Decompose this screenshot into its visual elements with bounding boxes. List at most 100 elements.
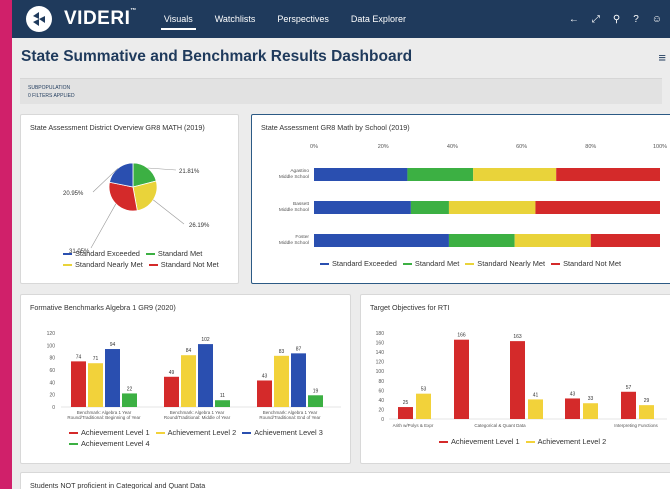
back-arrow-icon[interactable]: ← (569, 14, 579, 25)
y-tick-label: 60 (378, 388, 384, 394)
app-frame: VIDERI™ Visuals Watchlists Perspectives … (12, 0, 670, 489)
nav-perspectives[interactable]: Perspectives (277, 0, 329, 38)
legend-label: Achievement Level 1 (451, 437, 520, 446)
bar (528, 399, 543, 419)
category-label: Agastino (290, 168, 309, 174)
stacked-bar-segment (410, 201, 449, 214)
legend-achievement-level-3[interactable]: Achievement Level 3 (242, 428, 323, 437)
legend-standard-nearly-met[interactable]: Standard Nearly Met (63, 260, 143, 269)
pie-chart-title: State Assessment District Overview GR8 M… (30, 123, 205, 132)
stacked-bar-segment (314, 234, 449, 247)
pie-legend: Standard Exceeded Standard Met Standard … (63, 249, 223, 269)
stacked-bar-segment (556, 168, 660, 181)
legend-label: Achievement Level 4 (81, 439, 150, 448)
legend-label: Standard Nearly Met (477, 259, 546, 268)
legend-swatch (402, 262, 412, 265)
stacked-bar-card[interactable]: State Assessment GR8 Math by School (201… (251, 114, 670, 284)
x-tick-label: 20% (378, 144, 389, 150)
pie-value-label: 20.95% (63, 191, 84, 197)
pie-chart-card[interactable]: State Assessment District Overview GR8 M… (20, 114, 239, 284)
legend-standard-not-met[interactable]: Standard Not Met (148, 260, 219, 269)
legend-label: Achievement Level 2 (167, 428, 237, 437)
bar (454, 339, 469, 419)
pie-value-label: 26.19% (189, 223, 210, 229)
subpopulation-label: SUBPOPULATION (28, 85, 71, 91)
legend-achievement-level-2[interactable]: Achievement Level 2 (525, 437, 606, 446)
stacked-bar-segment (448, 201, 536, 214)
category-label: Bassett (293, 201, 310, 207)
y-tick-label: 160 (376, 341, 385, 347)
legend-swatch (465, 262, 475, 265)
videri-logo-icon[interactable] (26, 6, 52, 32)
bar (122, 393, 137, 407)
top-icons: ← ⤢ ⚲ ? ☺ (569, 0, 662, 38)
legend-swatch (439, 440, 448, 443)
legend-label: Standard Met (157, 249, 203, 258)
main-nav: Visuals Watchlists Perspectives Data Exp… (153, 0, 417, 38)
formative-benchmarks-title: Formative Benchmarks Algebra 1 GR9 (2020… (30, 303, 176, 312)
bar-value-label: 41 (533, 392, 539, 398)
bar-value-label: 11 (220, 393, 225, 399)
bar (215, 400, 230, 407)
stacked-bar-segment (314, 168, 408, 181)
category-label: Interpreting Functions (614, 423, 658, 428)
stacked-bar-segment (535, 201, 660, 214)
help-icon[interactable]: ? (633, 14, 639, 25)
brand-trademark: ™ (130, 8, 137, 14)
legend-achievement-level-1[interactable]: Achievement Level 1 (69, 428, 150, 437)
formative-benchmarks-card[interactable]: Formative Benchmarks Algebra 1 GR9 (2020… (20, 294, 351, 464)
y-tick-label: 0 (381, 417, 384, 423)
hamburger-menu-icon[interactable]: ≡ (658, 50, 666, 65)
stacked-bar-segment (514, 234, 591, 247)
subpopulation-bar[interactable]: SUBPOPULATION 0 FILTERS APPLIED (20, 78, 662, 104)
bar (71, 361, 86, 407)
bar-value-label: 87 (296, 346, 302, 352)
bar-value-label: 102 (201, 337, 210, 343)
category-label: Round/Traditional: End of Year (259, 415, 321, 420)
nav-watchlists[interactable]: Watchlists (215, 0, 256, 38)
legend-standard-met[interactable]: Standard Met (402, 259, 459, 268)
x-tick-label: 100% (653, 144, 667, 150)
bar-value-label: 22 (127, 386, 133, 392)
legend-label: Achievement Level 3 (254, 428, 323, 437)
category-label: Foster (295, 234, 309, 240)
legend-standard-nearly-met[interactable]: Standard Nearly Met (465, 259, 545, 268)
legend-achievement-level-4[interactable]: Achievement Level 4 (69, 439, 150, 448)
filters-applied-count: 0 FILTERS APPLIED (28, 93, 75, 99)
y-tick-label: 20 (49, 393, 55, 399)
y-tick-label: 180 (376, 331, 385, 337)
legend-standard-exceeded[interactable]: Standard Exceeded (63, 249, 140, 258)
bar-value-label: 29 (644, 398, 650, 404)
bar (105, 349, 120, 407)
legend-swatch (525, 440, 535, 443)
legend-swatch (63, 263, 72, 266)
pie-chart: 21.81%26.19%31.05%20.95% (63, 162, 210, 255)
user-icon[interactable]: ☺ (652, 14, 662, 25)
category-label: Arith w/Polys & Expr (393, 423, 434, 428)
rti-objectives-card[interactable]: Target Objectives for RTI 0 20 40 60 80 100 12… (360, 294, 670, 464)
legend-achievement-level-2[interactable]: Achievement Level 2 (155, 428, 237, 437)
nav-visuals[interactable]: Visuals (160, 0, 196, 38)
stacked-bar-segment (590, 234, 660, 247)
stacked-bar-segment (448, 234, 515, 247)
y-tick-label: 0 (52, 405, 55, 411)
legend-standard-not-met[interactable]: Standard Not Met (551, 259, 621, 268)
legend-achievement-level-1[interactable]: Achievement Level 1 (439, 437, 520, 446)
legend-swatch (155, 431, 165, 434)
bar (639, 405, 654, 419)
legend-standard-met[interactable]: Standard Met (145, 249, 203, 258)
not-proficient-card[interactable]: Students NOT proficient in Categorical a… (20, 472, 670, 489)
bar-value-label: 74 (76, 354, 82, 360)
search-icon[interactable]: ⚲ (613, 14, 620, 25)
bar-value-label: 83 (279, 349, 285, 355)
y-tick-label: 120 (47, 331, 56, 337)
stacked-bar-legend: Standard Exceeded Standard Met Standard … (320, 259, 621, 268)
bar-value-label: 166 (457, 333, 466, 339)
page-title: State Summative and Benchmark Results Da… (21, 48, 413, 65)
legend-swatch (69, 442, 78, 445)
x-tick-label: 60% (516, 144, 527, 150)
expand-icon[interactable]: ⤢ (592, 14, 600, 25)
nav-data-explorer[interactable]: Data Explorer (351, 0, 406, 38)
rti-objectives-title: Target Objectives for RTI (370, 303, 450, 312)
legend-standard-exceeded[interactable]: Standard Exceeded (320, 259, 397, 268)
